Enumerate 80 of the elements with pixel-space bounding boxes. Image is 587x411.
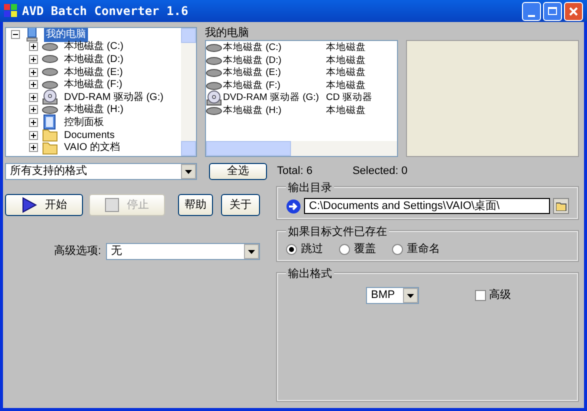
expander-icon[interactable] <box>29 42 38 52</box>
expander-icon[interactable] <box>29 54 38 64</box>
close-button[interactable] <box>564 2 583 20</box>
file-type: 本地磁盘 <box>326 41 366 55</box>
expander-icon[interactable] <box>29 143 38 152</box>
disc-drive-icon <box>42 89 58 106</box>
drive-icon <box>206 106 222 116</box>
file-name[interactable]: 本地磁盘 (D:) <box>223 54 282 68</box>
radio-label: 跳过 <box>301 242 323 257</box>
tree-item[interactable]: Documents <box>62 128 117 143</box>
drive-icon <box>42 42 58 52</box>
drive-icon <box>42 67 58 78</box>
expander-icon[interactable] <box>29 68 38 77</box>
checkbox-label: 高级 <box>489 288 511 304</box>
expander-icon[interactable] <box>11 30 20 39</box>
radio-label: 重命名 <box>407 242 440 257</box>
radio-button[interactable] <box>286 244 297 254</box>
select-all-button[interactable]: 全选 <box>209 163 267 180</box>
expander-icon[interactable] <box>29 80 38 90</box>
start-button[interactable]: 开始 <box>5 194 83 216</box>
radio-label: 覆盖 <box>354 242 376 257</box>
folder-icon <box>42 140 58 155</box>
minimize-button[interactable] <box>522 2 541 20</box>
drive-icon <box>42 54 58 64</box>
tree-item[interactable]: 我的电脑 <box>44 28 88 42</box>
checkbox[interactable] <box>475 290 486 301</box>
close-icon <box>569 6 578 16</box>
expander-icon[interactable] <box>29 92 38 102</box>
file-name[interactable]: 本地磁盘 (H:) <box>223 104 282 118</box>
browse-folder-button[interactable] <box>553 198 569 214</box>
file-type: 本地磁盘 <box>326 104 366 118</box>
output-dir-field[interactable]: C:\Documents and Settings\VAIO\桌面\ <box>304 198 550 214</box>
file-name[interactable]: 本地磁盘 (F:) <box>223 78 280 93</box>
file-type: 本地磁盘 <box>326 66 366 80</box>
dialog-button[interactable]: 关于 <box>221 194 260 216</box>
file-name[interactable]: 本地磁盘 (E:) <box>223 66 281 80</box>
tree-item[interactable]: 本地磁盘 (H:) <box>62 102 126 118</box>
window-title: AVD Batch Converter 1.6 <box>22 3 190 20</box>
selected-count: Selected: 0 <box>352 164 408 180</box>
file-name[interactable]: 本地磁盘 (C:) <box>223 41 282 56</box>
file-type: 本地磁盘 <box>326 78 366 92</box>
total-count: Total: 6 <box>277 164 312 180</box>
drive-icon <box>206 80 222 91</box>
format-filter-select[interactable]: 所有支持的格式 <box>5 163 197 180</box>
expander-icon[interactable] <box>29 105 38 114</box>
radio-button[interactable] <box>392 244 403 254</box>
drive-icon <box>42 80 58 90</box>
radio-button[interactable] <box>339 244 350 254</box>
scrollbar[interactable] <box>181 28 196 156</box>
file-name[interactable]: DVD-RAM 驱动器 (G:) <box>223 91 319 106</box>
app-icon <box>4 4 18 18</box>
list-title: 我的电脑 <box>205 27 250 39</box>
tree-item[interactable]: 本地磁盘 (C:) <box>62 39 126 54</box>
control-panel-icon <box>42 114 58 130</box>
folder-icon <box>556 202 566 210</box>
arrow-circle-icon <box>286 198 301 214</box>
tree-item[interactable]: 控制面板 <box>62 114 106 130</box>
drive-icon <box>206 43 222 54</box>
drive-icon <box>206 56 222 66</box>
drive-icon <box>206 68 222 78</box>
tree-item[interactable]: 本地磁盘 (D:) <box>62 52 126 67</box>
horizontal-scrollbar[interactable] <box>206 141 397 156</box>
file-type: CD 驱动器 <box>326 91 372 105</box>
advanced-options-label: 高级选项: <box>52 244 102 260</box>
expander-icon[interactable] <box>29 130 38 140</box>
play-icon <box>21 197 37 213</box>
maximize-button[interactable] <box>543 2 562 20</box>
file-type: 本地磁盘 <box>326 54 366 67</box>
drive-icon <box>42 104 58 115</box>
dialog-button[interactable]: 帮助 <box>178 194 213 216</box>
output-format-select[interactable]: BMP <box>366 287 419 304</box>
computer-icon <box>24 28 40 42</box>
expander-icon[interactable] <box>29 118 38 127</box>
stop-icon <box>105 198 119 212</box>
folder-icon <box>42 128 58 142</box>
tree-item[interactable]: 本地磁盘 (E:) <box>62 64 125 80</box>
advanced-options-select[interactable]: 无 <box>106 243 260 260</box>
tree-item[interactable]: 本地磁盘 (F:) <box>62 77 124 92</box>
tree-item[interactable]: VAIO 的文档 <box>62 140 122 156</box>
tree-item[interactable]: DVD-RAM 驱动器 (G:) <box>62 90 166 105</box>
